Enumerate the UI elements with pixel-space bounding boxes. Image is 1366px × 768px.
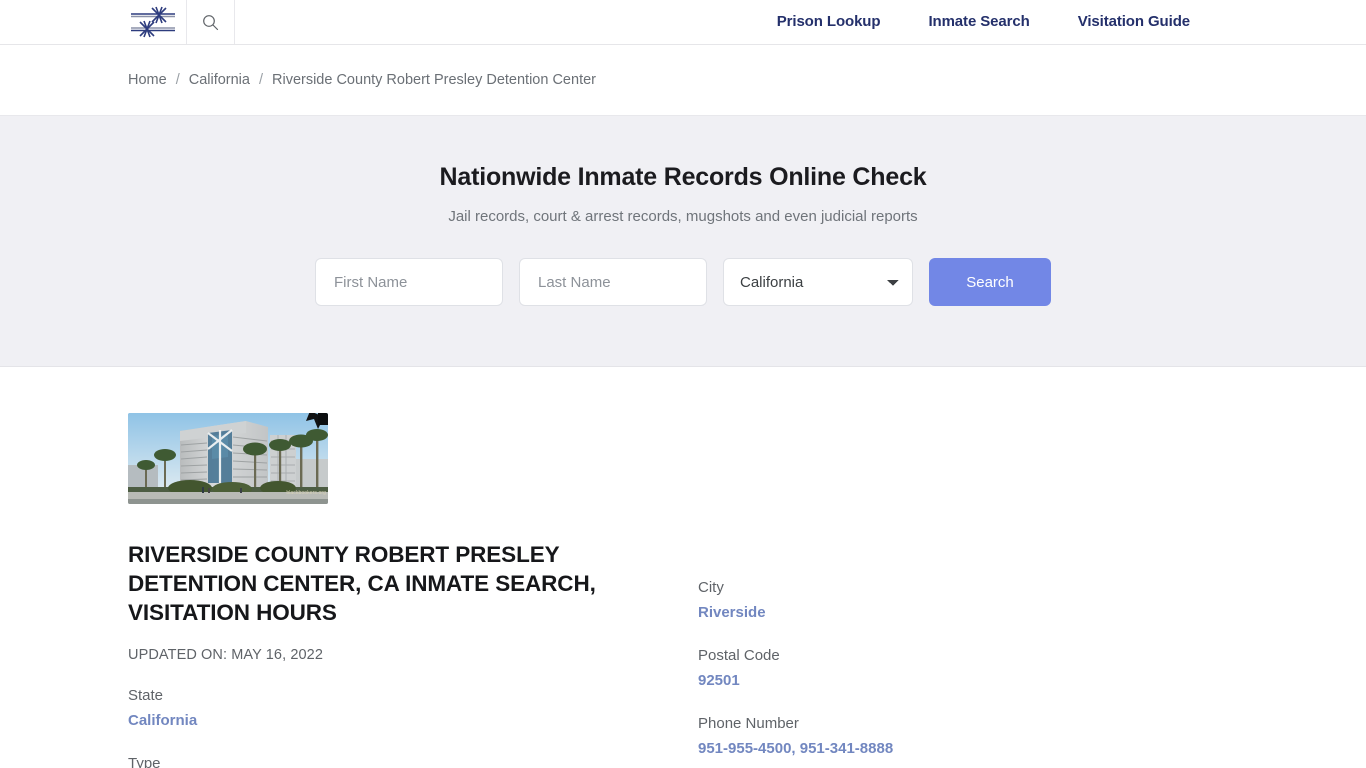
inmate-search-form: California Search xyxy=(315,258,1051,306)
breadcrumb: Home / California / Riverside County Rob… xyxy=(0,45,1366,116)
nav-link-inmate-search[interactable]: Inmate Search xyxy=(904,0,1053,44)
info-item-state: State California xyxy=(128,685,598,732)
breadcrumb-item-current: Riverside County Robert Presley Detentio… xyxy=(272,72,596,88)
search-button[interactable]: Search xyxy=(929,258,1051,306)
state-select[interactable]: California xyxy=(723,258,913,306)
facility-info-right-column: City Riverside Postal Code 92501 Phone N… xyxy=(698,577,1118,768)
facility-photo: blackbookers.org xyxy=(128,413,328,504)
breadcrumb-separator: / xyxy=(175,72,180,88)
info-item-city: City Riverside xyxy=(698,577,1118,624)
first-name-input[interactable] xyxy=(315,258,503,306)
info-item-phone-number: Phone Number 951-955-4500, 951-341-8888 xyxy=(698,713,1118,760)
info-value-city[interactable]: Riverside xyxy=(698,601,1118,624)
info-value-state[interactable]: California xyxy=(128,709,598,732)
search-icon xyxy=(203,14,219,30)
site-header: Prison Lookup Inmate Search Visitation G… xyxy=(0,0,1366,45)
breadcrumb-separator: / xyxy=(258,72,263,88)
last-name-input[interactable] xyxy=(519,258,707,306)
info-item-type: Type xyxy=(128,753,598,768)
info-value-phone-number[interactable]: 951-955-4500, 951-341-8888 xyxy=(698,737,1118,760)
info-label-city: City xyxy=(698,579,724,596)
brand-zone xyxy=(125,0,235,44)
nav-link-visitation-guide[interactable]: Visitation Guide xyxy=(1054,0,1214,44)
main-content: blackbookers.org Riverside County Robert… xyxy=(0,367,1366,768)
info-label-postal-code: Postal Code xyxy=(698,647,780,664)
info-label-phone-number: Phone Number xyxy=(698,715,799,732)
breadcrumb-item-home[interactable]: Home xyxy=(128,72,167,88)
breadcrumb-item-california[interactable]: California xyxy=(189,72,250,88)
facility-info-left-column: State California Type xyxy=(128,685,598,768)
hero-search-section: Nationwide Inmate Records Online Check J… xyxy=(0,116,1366,367)
hero-title: Nationwide Inmate Records Online Check xyxy=(439,163,927,191)
info-label-type: Type xyxy=(128,755,161,768)
photo-watermark: blackbookers.org xyxy=(286,490,326,496)
page-title: Riverside County Robert Presley Detentio… xyxy=(128,542,596,625)
barbed-wire-logo[interactable] xyxy=(125,0,187,44)
info-value-postal-code[interactable]: 92501 xyxy=(698,669,1118,692)
hero-subtitle: Jail records, court & arrest records, mu… xyxy=(448,208,918,225)
nav-link-prison-lookup[interactable]: Prison Lookup xyxy=(753,0,905,44)
main-navigation: Prison Lookup Inmate Search Visitation G… xyxy=(753,0,1366,44)
info-item-postal-code: Postal Code 92501 xyxy=(698,645,1118,692)
header-search-button[interactable] xyxy=(187,0,235,44)
facility-info-grid: State California Type City Riverside Pos… xyxy=(128,579,1366,768)
info-label-state: State xyxy=(128,687,164,704)
barbed-wire-logo-icon xyxy=(130,6,175,38)
